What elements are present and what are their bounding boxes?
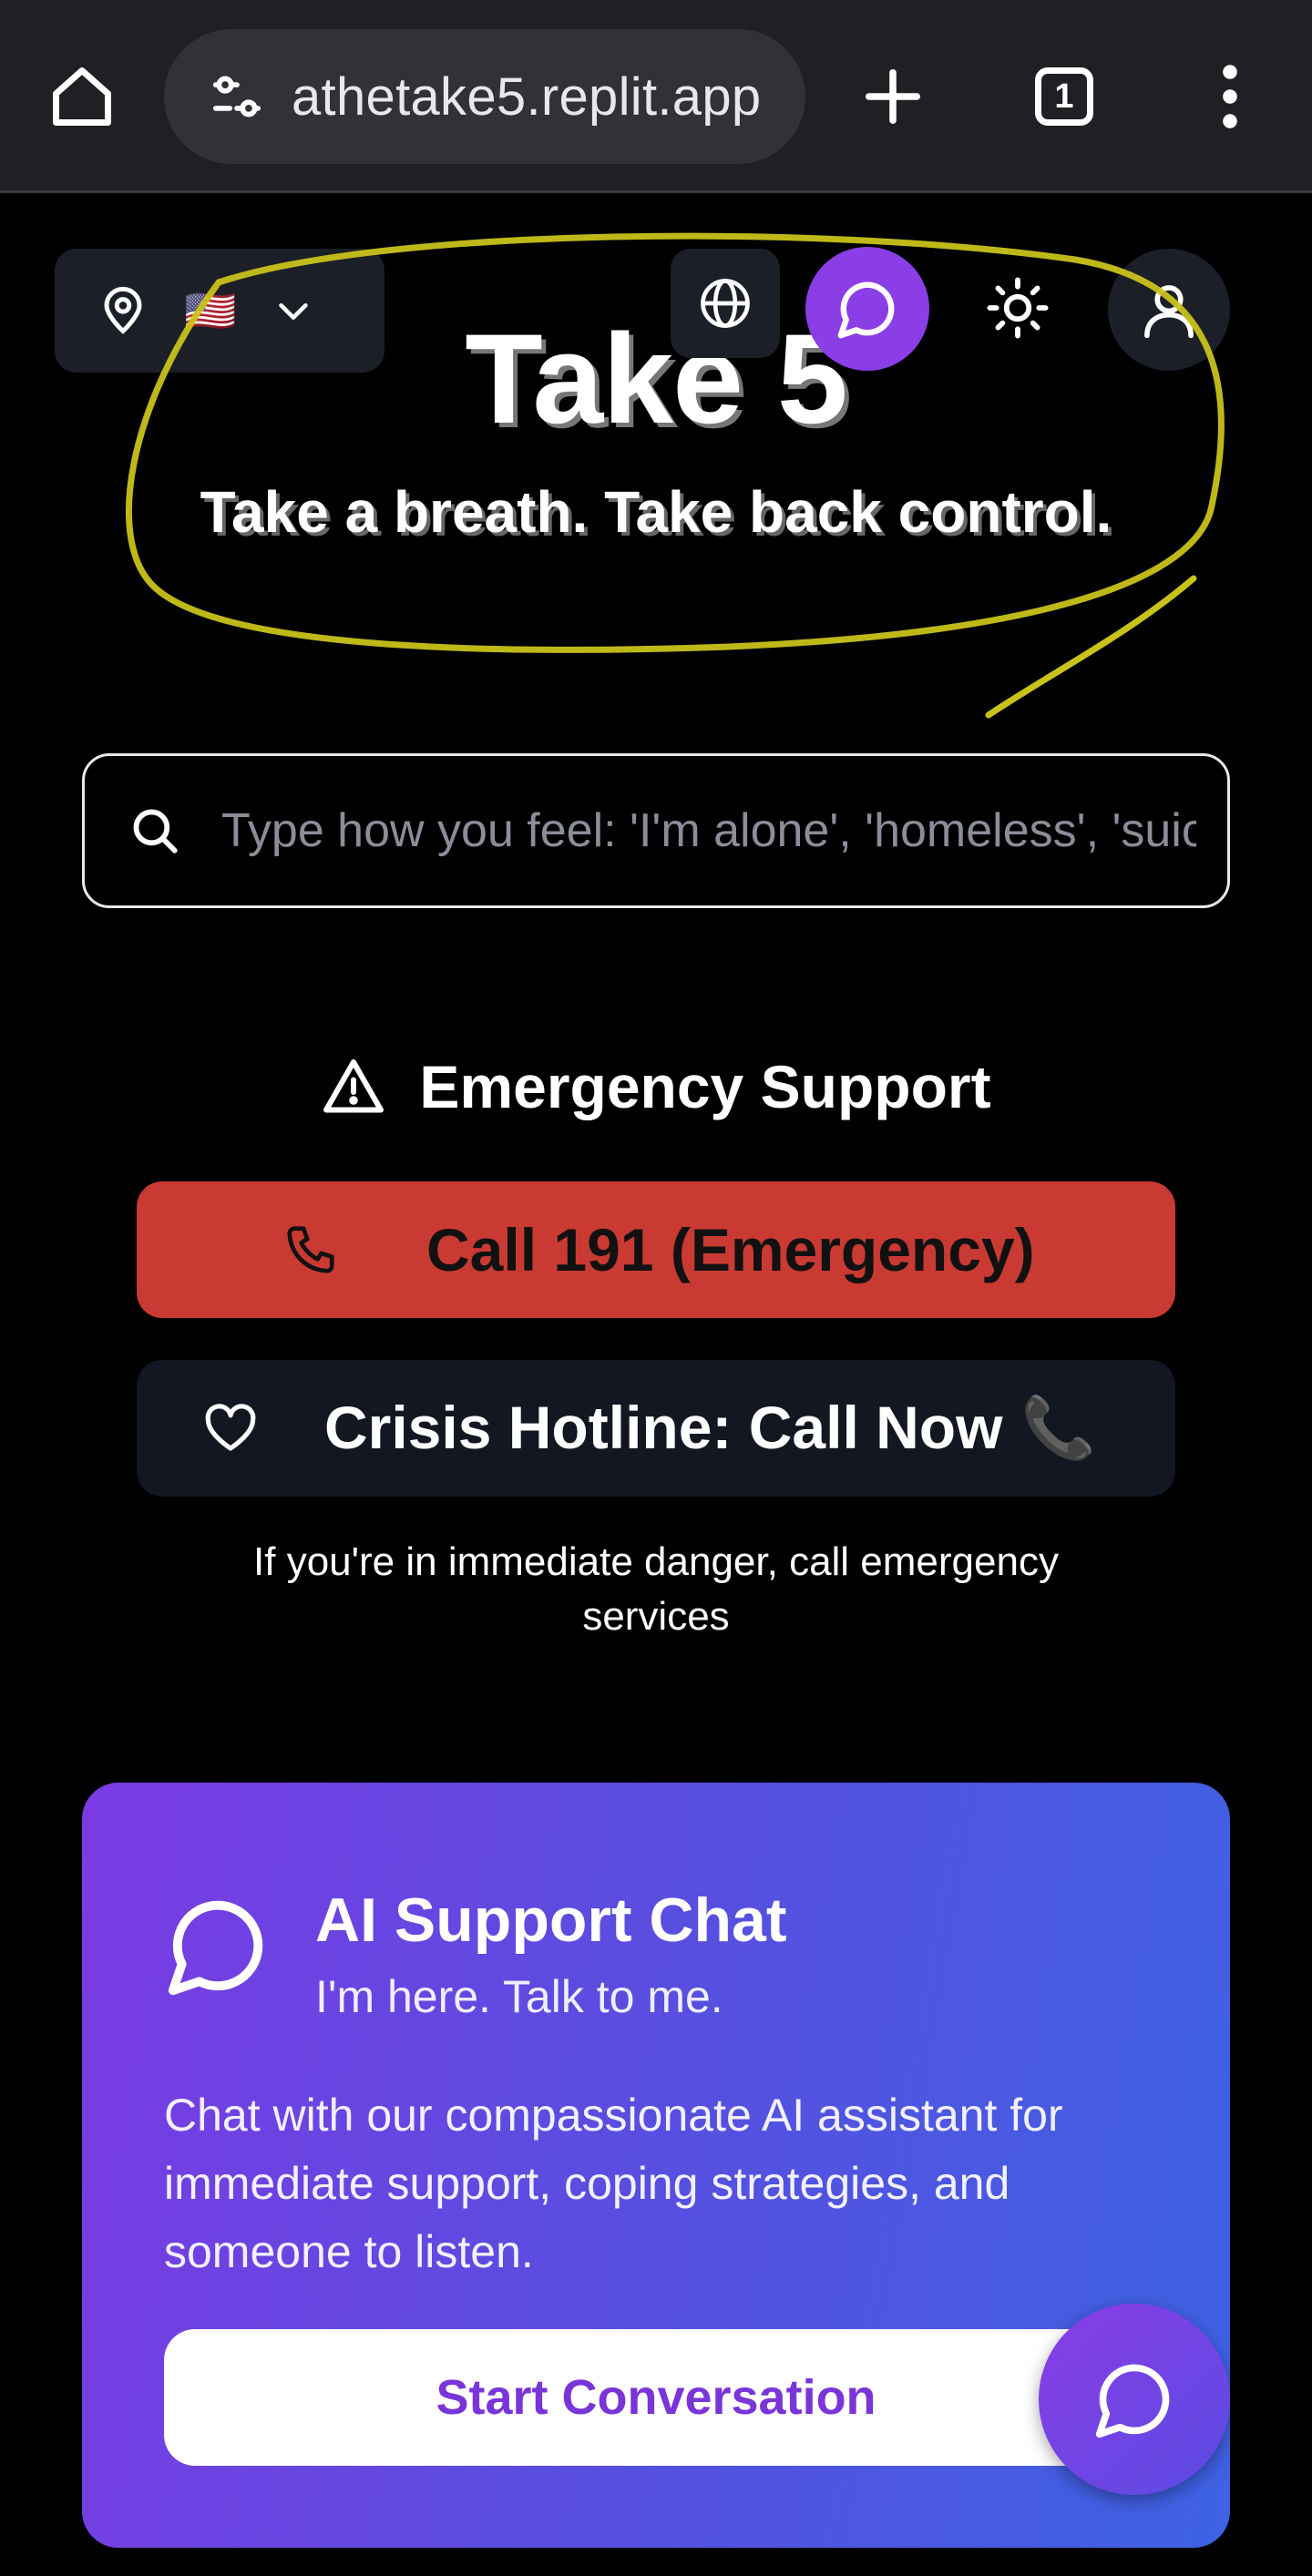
ai-card-title: AI Support Chat	[315, 1886, 787, 1955]
chat-button[interactable]	[805, 247, 929, 371]
ai-card-subtitle: I'm here. Talk to me.	[315, 1971, 723, 2022]
emergency-note: If you're in immediate danger, call emer…	[253, 1539, 1059, 1639]
site-info-button[interactable]	[182, 29, 292, 164]
search-input[interactable]	[221, 803, 1196, 858]
emergency-heading-label: Emergency Support	[419, 1053, 991, 1120]
heart-icon	[205, 1404, 256, 1451]
plus-icon	[865, 68, 921, 125]
emergency-call-label: Call 191 (Emergency)	[426, 1216, 1035, 1283]
address-bar[interactable]: athetake5.replit.app	[164, 29, 805, 164]
browser-home-button[interactable]	[36, 51, 128, 142]
alert-triangle-icon	[323, 1059, 384, 1113]
more-vert-icon	[1223, 65, 1237, 128]
message-circle-icon	[168, 1900, 263, 1996]
crisis-hotline-button[interactable]: Crisis Hotline: Call Now 📞	[137, 1360, 1175, 1497]
start-conversation-button[interactable]: Start Conversation	[164, 2329, 1148, 2466]
user-icon	[1144, 285, 1194, 339]
page-content: 🇺🇸 Take 5 Take a breath. Take back contr…	[0, 196, 1312, 2576]
emergency-call-button[interactable]: Call 191 (Emergency)	[137, 1181, 1175, 1318]
emergency-heading: Emergency Support	[0, 1052, 1312, 1121]
url-text: athetake5.replit.app	[292, 66, 762, 127]
account-button[interactable]	[1108, 249, 1230, 371]
site-info-icon	[212, 76, 261, 118]
floating-chat-button[interactable]	[1039, 2304, 1230, 2495]
phone-icon	[287, 1226, 334, 1273]
telephone-emoji: 📞	[1020, 1394, 1096, 1461]
chat-bubble-icon	[1095, 2364, 1170, 2438]
browser-toolbar: athetake5.replit.app 1	[0, 0, 1312, 193]
sun-icon	[987, 277, 1049, 339]
new-tab-button[interactable]	[847, 51, 938, 142]
tab-switcher-icon: 1	[1035, 67, 1093, 126]
browser-menu-button[interactable]	[1184, 51, 1276, 142]
search-icon	[133, 809, 178, 854]
chat-bubble-icon	[837, 281, 895, 339]
ai-card-description: Chat with our compassionate AI assistant…	[164, 2090, 1063, 2277]
feeling-search[interactable]	[82, 753, 1230, 908]
globe-icon	[701, 279, 750, 328]
crisis-hotline-label: Crisis Hotline: Call Now	[324, 1394, 1003, 1461]
language-button[interactable]	[671, 249, 780, 358]
page-subtitle: Take a breath. Take back control.	[200, 479, 1112, 545]
theme-toggle[interactable]	[958, 249, 1077, 367]
tab-switcher-button[interactable]: 1	[1019, 51, 1110, 142]
home-icon	[53, 67, 111, 126]
